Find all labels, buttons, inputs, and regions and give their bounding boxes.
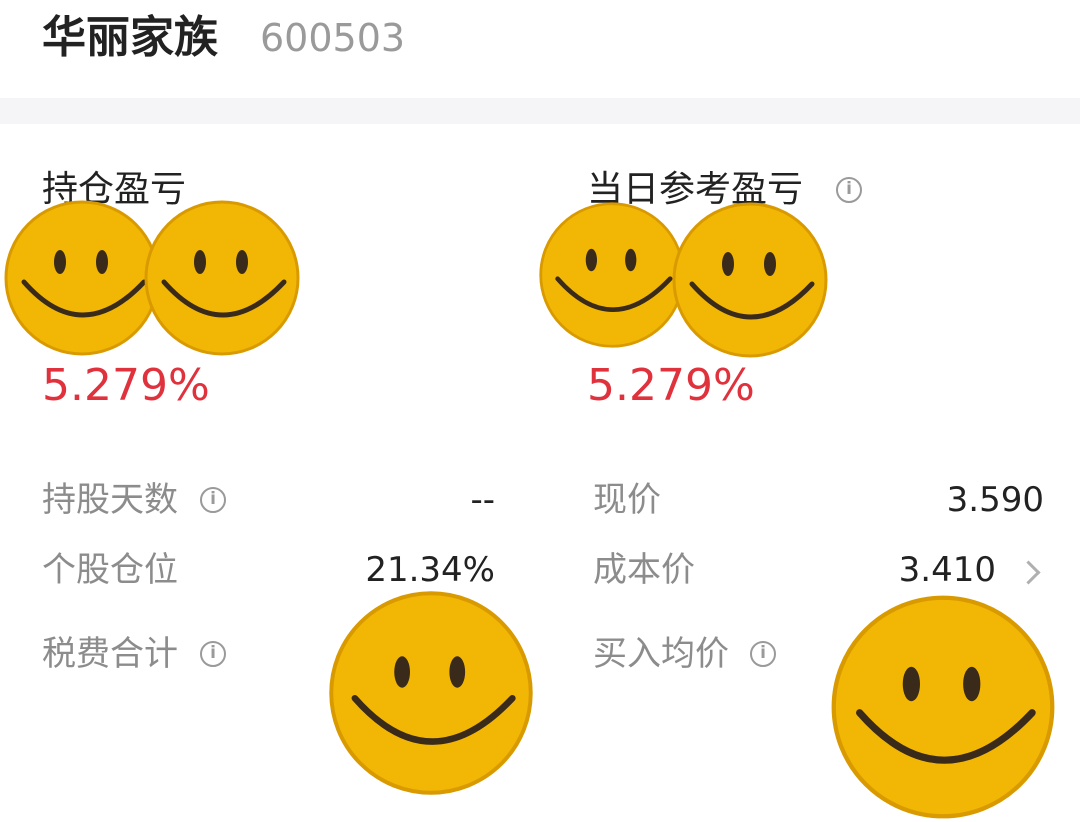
info-icon[interactable]: i <box>200 487 226 513</box>
current-price-value: 3.590 <box>946 480 1044 520</box>
info-icon[interactable]: i <box>200 641 226 667</box>
smiley-sticker <box>831 595 1055 819</box>
smiley-sticker <box>539 202 685 348</box>
holding-pnl-percent: 5.279% <box>42 360 210 411</box>
holding-days-value: -- <box>470 480 495 520</box>
stock-header: 华丽家族 600503 <box>0 0 1080 96</box>
section-divider <box>0 98 1080 124</box>
chevron-right-icon[interactable] <box>1016 560 1041 585</box>
tax-total-label: 税费合计 <box>42 634 178 674</box>
cost-price-value[interactable]: 3.410 <box>899 548 996 592</box>
position-ratio-value: 21.34% <box>365 550 495 590</box>
smiley-sticker <box>4 200 160 356</box>
cost-price-label[interactable]: 成本价 <box>593 548 695 592</box>
daily-pnl-percent: 5.279% <box>587 360 755 411</box>
position-ratio-label: 个股仓位 <box>42 550 178 590</box>
smiley-sticker <box>329 591 533 795</box>
holding-days-label: 持股天数 <box>42 480 178 520</box>
avg-buy-price-label: 买入均价 <box>593 634 729 674</box>
info-icon[interactable]: i <box>750 641 776 667</box>
smiley-sticker <box>144 200 300 356</box>
smiley-sticker <box>672 202 828 358</box>
stock-code: 600503 <box>260 16 406 60</box>
stock-name: 华丽家族 <box>42 12 218 63</box>
current-price-label: 现价 <box>593 480 661 520</box>
info-icon[interactable]: i <box>836 177 862 203</box>
